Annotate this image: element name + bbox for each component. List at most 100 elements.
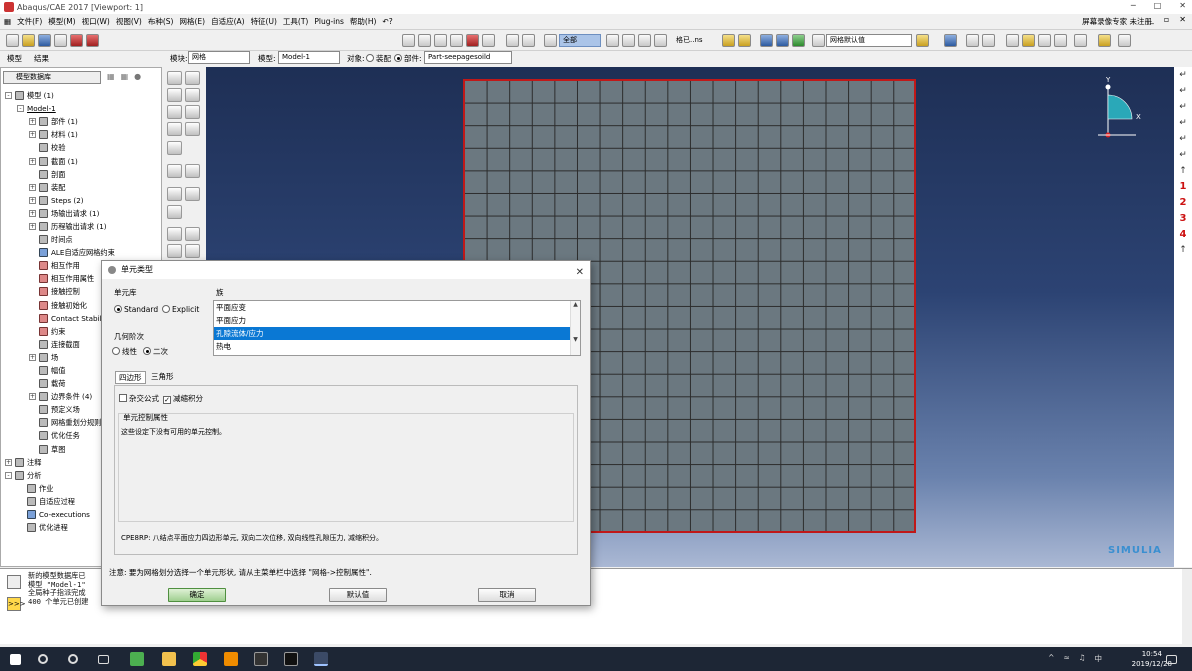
info-icon[interactable] xyxy=(944,34,957,47)
view-back-icon[interactable]: ↵ xyxy=(1177,85,1189,98)
mesh-controls-icon[interactable] xyxy=(167,105,182,119)
tree-node[interactable]: + 装配 xyxy=(1,181,161,194)
seed-bias-icon[interactable] xyxy=(185,88,200,102)
family-list[interactable]: 平面应变 平面应力 孔隙流体/应力 热电 ▲ ▼ xyxy=(213,300,581,356)
expand-icon[interactable]: + xyxy=(29,131,36,139)
linear-option[interactable]: 线性 xyxy=(112,346,137,357)
expand-icon[interactable]: + xyxy=(29,209,36,217)
open-folder-icon[interactable] xyxy=(22,34,35,47)
menu-icon[interactable]: ▦ xyxy=(4,17,11,26)
undo-icon[interactable] xyxy=(1074,34,1087,47)
view-top-icon[interactable]: ↵ xyxy=(1177,101,1189,114)
quadratic-radio[interactable] xyxy=(143,347,151,355)
reduced-checkbox[interactable]: ✓ xyxy=(163,396,171,404)
view-custom-icon[interactable]: ↑ xyxy=(1177,244,1189,257)
cancel-button[interactable]: 取消 xyxy=(478,588,536,602)
tree-node[interactable]: + 历程输出请求 (1) xyxy=(1,220,161,233)
hidden-line-icon[interactable] xyxy=(776,34,789,47)
tree-node[interactable]: + 部件 (1) xyxy=(1,115,161,128)
tab-model[interactable]: 模型 xyxy=(7,53,22,64)
menu-viewport[interactable]: 视口(W) xyxy=(82,16,110,27)
collapse-icon[interactable]: - xyxy=(5,471,12,479)
expand-icon[interactable]: + xyxy=(5,458,12,466)
tree-filter-select[interactable]: 模型数据库 xyxy=(3,71,101,84)
print-icon[interactable] xyxy=(54,34,67,47)
partition-cell-icon[interactable] xyxy=(185,244,200,258)
color-code-icon[interactable] xyxy=(916,34,929,47)
family-item[interactable]: 平面应力 xyxy=(214,314,580,327)
edit-mesh-icon[interactable] xyxy=(185,164,200,178)
message-icon[interactable] xyxy=(7,575,21,589)
query-icon[interactable] xyxy=(506,34,519,47)
family-item-selected[interactable]: 孔隙流体/应力 xyxy=(214,327,580,340)
rotate-icon[interactable] xyxy=(418,34,431,47)
expand-icon[interactable]: + xyxy=(29,157,36,165)
wireframe-icon[interactable] xyxy=(760,34,773,47)
model-select[interactable]: Model-1 xyxy=(278,51,340,64)
shaded-icon[interactable] xyxy=(792,34,805,47)
module-select[interactable]: 网格 xyxy=(188,51,250,64)
partition-edge-icon[interactable] xyxy=(167,244,182,258)
tree-filter-icon[interactable]: ▦ xyxy=(107,72,115,81)
collapse-icon[interactable]: - xyxy=(5,92,12,100)
message-scrollbar[interactable] xyxy=(1182,569,1192,645)
notifications-icon[interactable] xyxy=(1166,655,1177,664)
save-icon[interactable] xyxy=(38,34,51,47)
family-item[interactable]: 平面应变 xyxy=(214,301,580,314)
expand-icon[interactable]: + xyxy=(29,353,36,361)
explicit-radio[interactable] xyxy=(162,305,170,313)
menu-plugins[interactable]: Plug-ins xyxy=(314,17,344,26)
render-icon[interactable] xyxy=(1006,34,1019,47)
tree-node[interactable]: 校验 xyxy=(1,141,161,154)
hybrid-checkbox[interactable] xyxy=(119,394,127,402)
menu-view[interactable]: 视图(V) xyxy=(116,16,142,27)
mdi-restore-button[interactable]: ▫ xyxy=(1164,15,1169,24)
selection-filter[interactable]: 全部 xyxy=(559,34,601,47)
mdi-close-button[interactable]: ✕ xyxy=(1179,15,1186,24)
front-view-icon[interactable] xyxy=(738,34,751,47)
tab-results[interactable]: 结果 xyxy=(34,53,49,64)
select-mode-icon[interactable] xyxy=(606,34,619,47)
taskbar-app2-icon[interactable] xyxy=(224,652,238,666)
cycle-icon[interactable] xyxy=(482,34,495,47)
hybrid-option[interactable]: 杂交公式 xyxy=(119,393,159,404)
tree-node[interactable]: - Model-1 xyxy=(1,102,161,115)
view-left-icon[interactable]: ↵ xyxy=(1177,133,1189,146)
tray-up-icon[interactable]: ^ xyxy=(1048,653,1054,664)
layout-icon[interactable] xyxy=(966,34,979,47)
volume-icon[interactable]: ♫ xyxy=(1079,653,1086,664)
menu-adaptivity[interactable]: 自适应(A) xyxy=(211,16,244,27)
start-icon[interactable] xyxy=(10,654,21,665)
taskbar-app-icon[interactable] xyxy=(130,652,144,666)
family-scrollbar[interactable]: ▲ ▼ xyxy=(570,301,580,355)
expand-icon[interactable]: + xyxy=(29,118,36,126)
box-zoom-icon[interactable] xyxy=(450,34,463,47)
tree-node[interactable]: + 材料 (1) xyxy=(1,128,161,141)
cortana-icon[interactable] xyxy=(68,654,78,664)
view-3-button[interactable]: 3 xyxy=(1177,212,1189,225)
tab-tri[interactable]: 三角形 xyxy=(148,371,177,384)
tree-node[interactable]: 时间点 xyxy=(1,233,161,246)
linear-radio[interactable] xyxy=(112,347,120,355)
select-area-icon[interactable] xyxy=(622,34,635,47)
part-radio[interactable] xyxy=(394,54,402,62)
ok-button[interactable]: 确定 xyxy=(168,588,226,602)
new-file-icon[interactable] xyxy=(6,34,19,47)
tree-node[interactable]: - 模型 (1) xyxy=(1,89,161,102)
tree-expand-icon[interactable]: ▦ xyxy=(121,72,129,81)
iso-view-icon[interactable] xyxy=(722,34,735,47)
mesh-defaults-icon[interactable] xyxy=(812,34,825,47)
tree-node[interactable]: + 场输出请求 (1) xyxy=(1,207,161,220)
search-icon[interactable] xyxy=(38,654,48,664)
view-1-button[interactable]: 1 xyxy=(1177,180,1189,193)
highlight-icon[interactable] xyxy=(654,34,667,47)
grid-icon[interactable] xyxy=(1118,34,1131,47)
kernel-command-icon[interactable]: >>> xyxy=(7,597,26,611)
tab-quad[interactable]: 四边形 xyxy=(115,371,146,384)
menu-mesh[interactable]: 网格(E) xyxy=(179,16,205,27)
menu-model[interactable]: 模型(M) xyxy=(48,16,75,27)
assign-stack-icon[interactable] xyxy=(167,187,182,201)
menu-file[interactable]: 文件(F) xyxy=(17,16,42,27)
seed-delete-icon[interactable] xyxy=(167,88,182,102)
select-arrow-icon[interactable] xyxy=(544,34,557,47)
